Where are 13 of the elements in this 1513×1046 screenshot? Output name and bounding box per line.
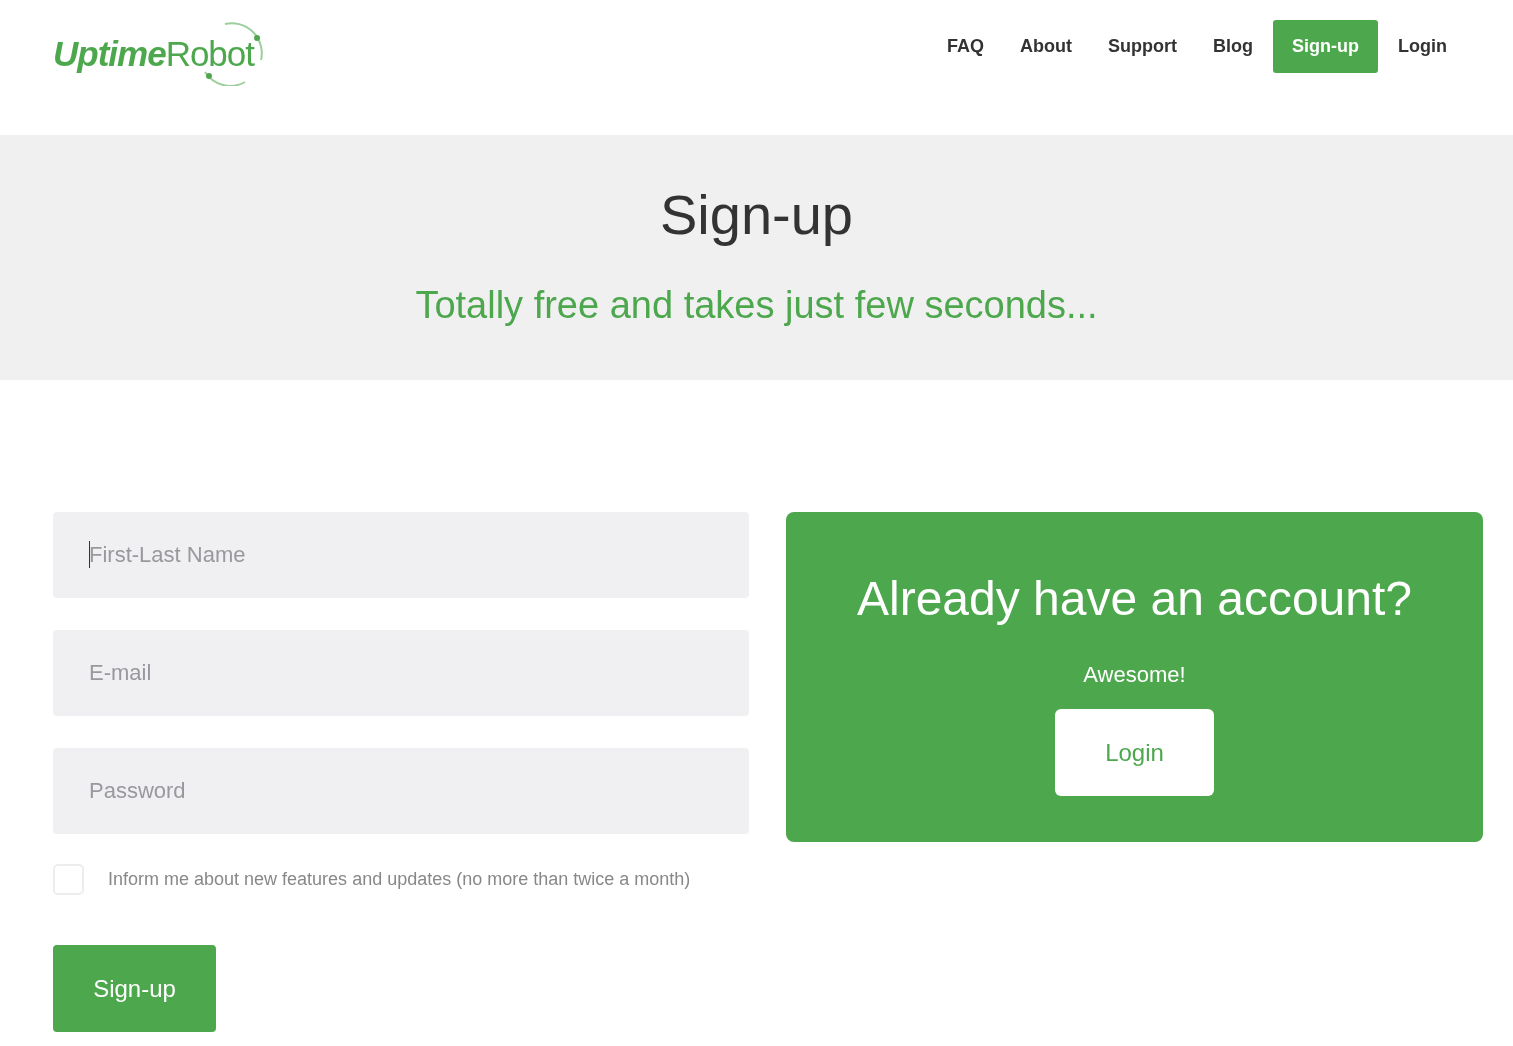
nav-link[interactable]: FAQ [931,20,1001,73]
nav-link[interactable]: Support [1092,20,1194,73]
card-text: Awesome! [1083,661,1186,689]
nav-link[interactable]: About [1004,20,1089,73]
input-field[interactable]: Password [53,748,749,834]
input-field[interactable]: E-mail [53,630,749,716]
nav-link[interactable]: Login [1382,20,1463,73]
nav-link[interactable]: Blog [1197,20,1270,73]
card-title: Already have an account? [856,571,1412,627]
input-field[interactable]: First-Last Name [53,512,749,598]
page-title: Sign-up [660,183,853,247]
checkbox-label: Inform me about new features and updates (no more than twice a month) [108,868,691,891]
page-subtitle: Totally free and takes just few seconds... [415,283,1098,328]
